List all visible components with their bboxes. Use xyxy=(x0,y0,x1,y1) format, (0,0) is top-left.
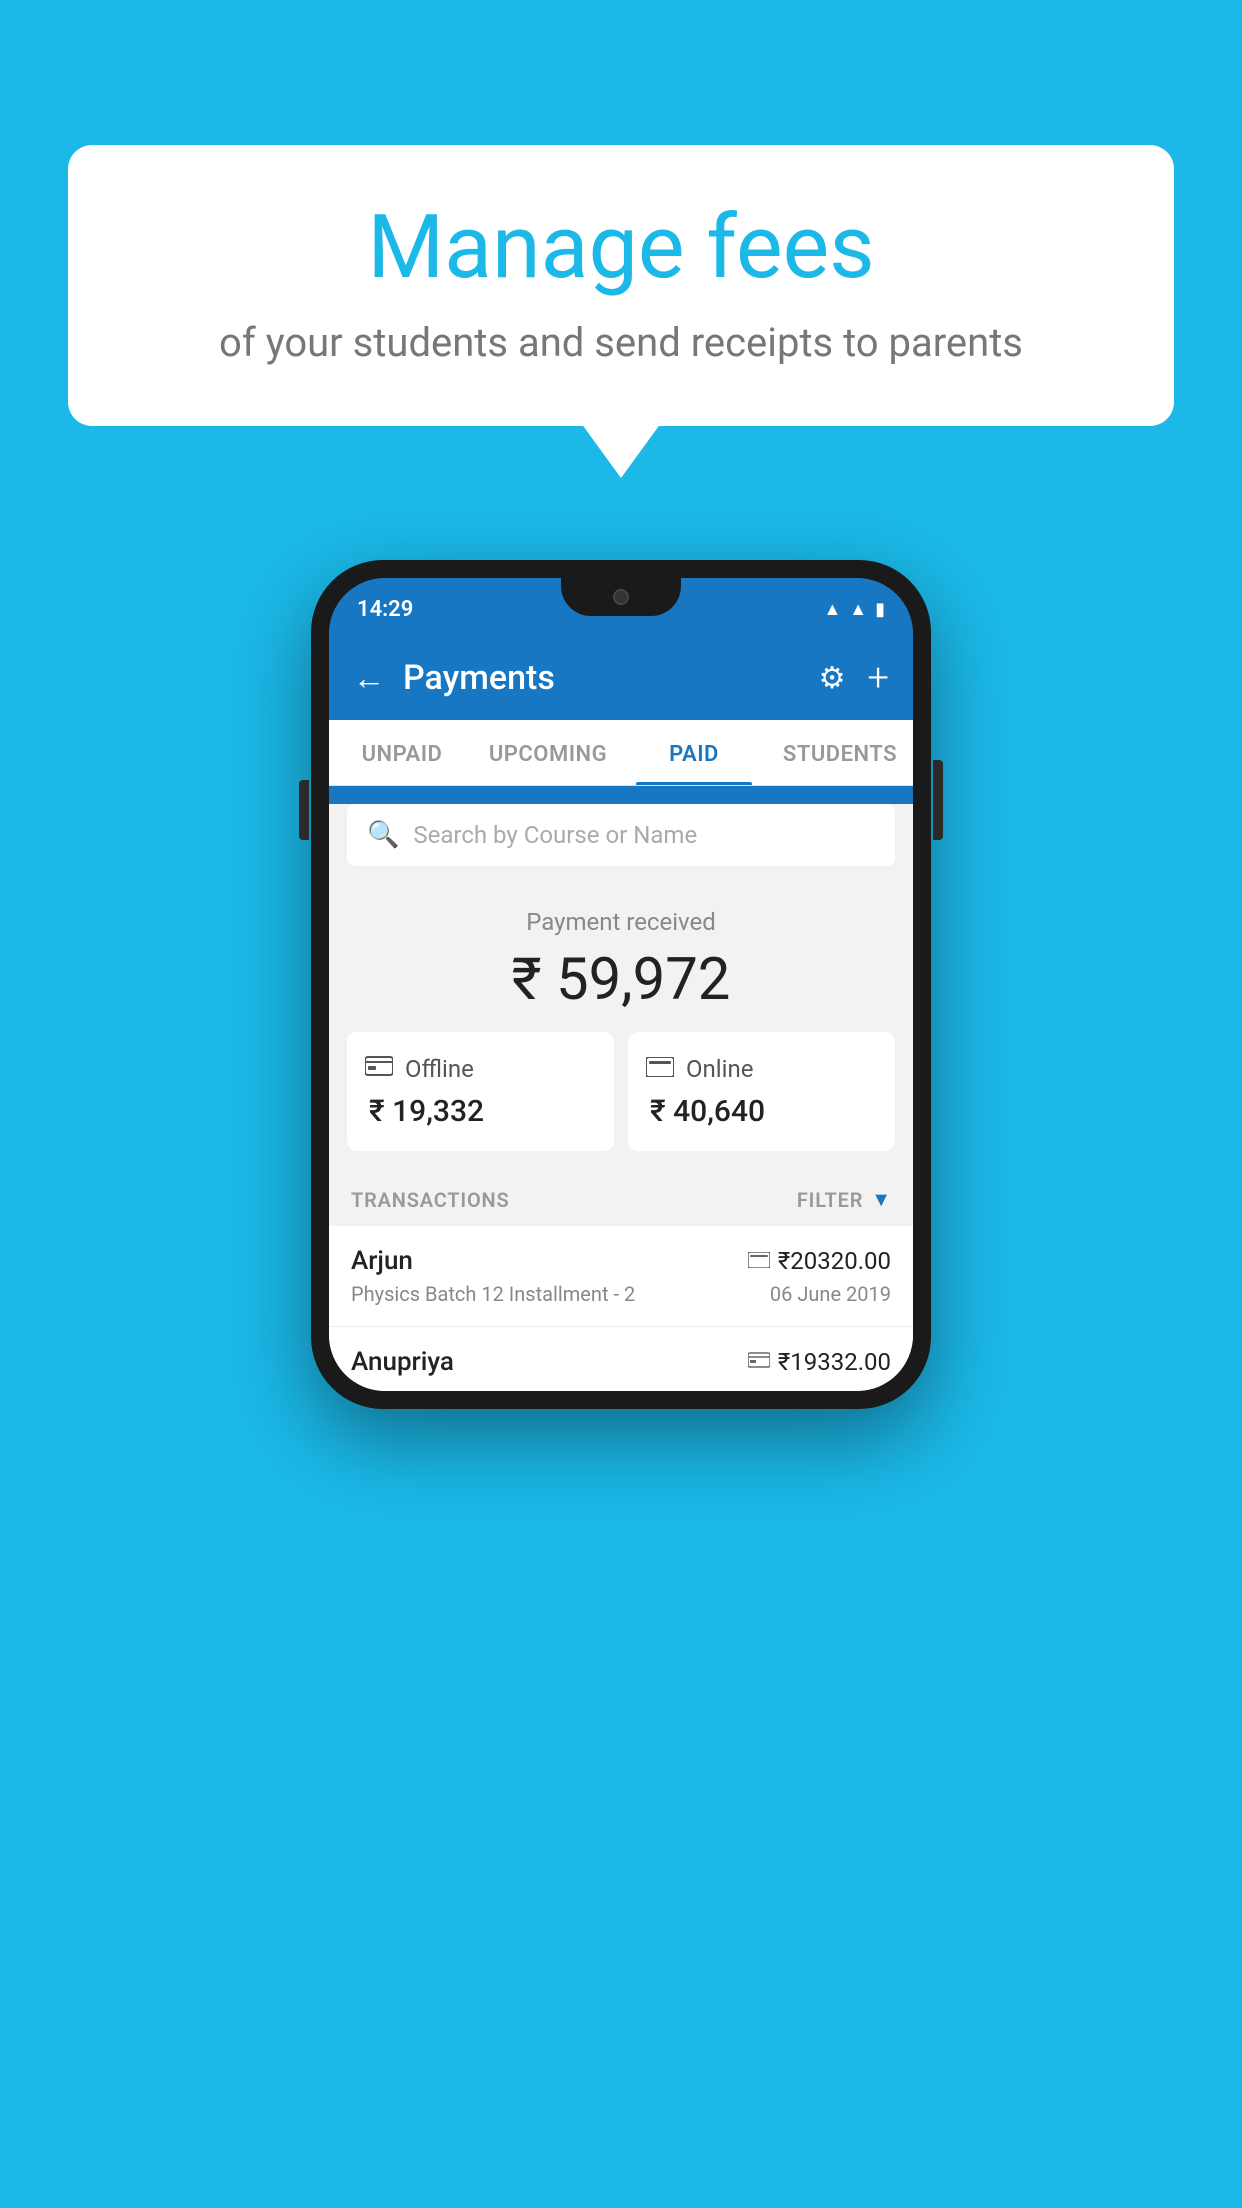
transaction-name: Arjun xyxy=(351,1246,413,1276)
offline-type-label: Offline xyxy=(405,1055,474,1083)
partial-top: Anupriya ₹19332.00 xyxy=(351,1347,891,1377)
partial-payment-icon xyxy=(748,1350,770,1375)
payment-received-label: Payment received xyxy=(347,908,895,936)
online-card: Online ₹ 40,640 xyxy=(628,1032,895,1151)
offline-card-header: Offline xyxy=(365,1054,596,1084)
offline-amount: ₹ 19,332 xyxy=(365,1094,596,1129)
search-icon: 🔍 xyxy=(367,820,399,850)
transactions-header: TRANSACTIONS FILTER ▼ xyxy=(329,1169,913,1226)
online-card-header: Online xyxy=(646,1054,877,1084)
partial-amount-wrap: ₹19332.00 xyxy=(748,1348,891,1376)
bubble-title: Manage fees xyxy=(128,200,1114,297)
filter-area[interactable]: FILTER ▼ xyxy=(797,1187,891,1212)
transaction-row-partial[interactable]: Anupriya ₹19332.00 xyxy=(329,1327,913,1391)
phone-screen: 14:29 ▲ ▲ ▮ ← Payments xyxy=(329,578,913,1391)
payment-total-amount: ₹ 59,972 xyxy=(347,946,895,1014)
phone-frame: 14:29 ▲ ▲ ▮ ← Payments xyxy=(311,560,931,1409)
tab-upcoming[interactable]: UPCOMING xyxy=(475,720,621,785)
camera xyxy=(613,589,629,605)
transaction-course: Physics Batch 12 Installment - 2 xyxy=(351,1282,635,1306)
notch xyxy=(561,578,681,616)
payment-cards: Offline ₹ 19,332 xyxy=(329,1032,913,1169)
status-bar: 14:29 ▲ ▲ ▮ xyxy=(329,578,913,640)
battery-icon: ▮ xyxy=(875,599,885,620)
back-button[interactable]: ← xyxy=(353,659,385,697)
offline-card-icon xyxy=(365,1054,393,1084)
wifi-icon: ▲ xyxy=(823,599,841,620)
filter-icon: ▼ xyxy=(871,1187,891,1212)
speech-bubble-container: Manage fees of your students and send re… xyxy=(68,145,1174,426)
transaction-bottom: Physics Batch 12 Installment - 2 06 June… xyxy=(351,1282,891,1306)
online-type-label: Online xyxy=(686,1055,753,1083)
online-amount: ₹ 40,640 xyxy=(646,1094,877,1129)
payment-summary: Payment received ₹ 59,972 xyxy=(329,880,913,1032)
tabs-container: UNPAID UPCOMING PAID STUDENTS xyxy=(329,720,913,786)
online-card-icon xyxy=(646,1054,674,1084)
transaction-date: 06 June 2019 xyxy=(770,1282,891,1306)
background: Manage fees of your students and send re… xyxy=(0,0,1242,2208)
offline-card: Offline ₹ 19,332 xyxy=(347,1032,614,1151)
status-time: 14:29 xyxy=(357,597,413,622)
app-header: ← Payments ⚙ + xyxy=(329,640,913,720)
partial-name: Anupriya xyxy=(351,1347,454,1377)
filter-label: FILTER xyxy=(797,1188,863,1212)
phone-frame-wrapper: 14:29 ▲ ▲ ▮ ← Payments xyxy=(311,560,931,1409)
speech-bubble: Manage fees of your students and send re… xyxy=(68,145,1174,426)
transaction-row[interactable]: Arjun ₹20320.00 xyxy=(329,1226,913,1327)
transaction-amount-wrap: ₹20320.00 xyxy=(748,1247,891,1275)
status-icons: ▲ ▲ ▮ xyxy=(823,599,885,620)
tab-unpaid[interactable]: UNPAID xyxy=(329,720,475,785)
app-content: 🔍 Search by Course or Name Payment recei… xyxy=(329,804,913,1391)
transactions-label: TRANSACTIONS xyxy=(351,1188,509,1212)
transaction-payment-icon xyxy=(748,1249,770,1274)
add-icon[interactable]: + xyxy=(868,656,889,700)
search-placeholder: Search by Course or Name xyxy=(413,821,697,849)
partial-amount: ₹19332.00 xyxy=(778,1348,891,1376)
tab-paid[interactable]: PAID xyxy=(621,720,767,785)
search-bar[interactable]: 🔍 Search by Course or Name xyxy=(347,804,895,866)
transaction-top: Arjun ₹20320.00 xyxy=(351,1246,891,1276)
header-left: ← Payments xyxy=(353,658,555,698)
header-right: ⚙ + xyxy=(819,656,889,700)
settings-icon[interactable]: ⚙ xyxy=(819,661,846,696)
transaction-amount: ₹20320.00 xyxy=(778,1247,891,1275)
header-title: Payments xyxy=(403,658,555,698)
tab-students[interactable]: STUDENTS xyxy=(767,720,913,785)
signal-icon: ▲ xyxy=(849,599,867,620)
bubble-subtitle: of your students and send receipts to pa… xyxy=(128,319,1114,366)
